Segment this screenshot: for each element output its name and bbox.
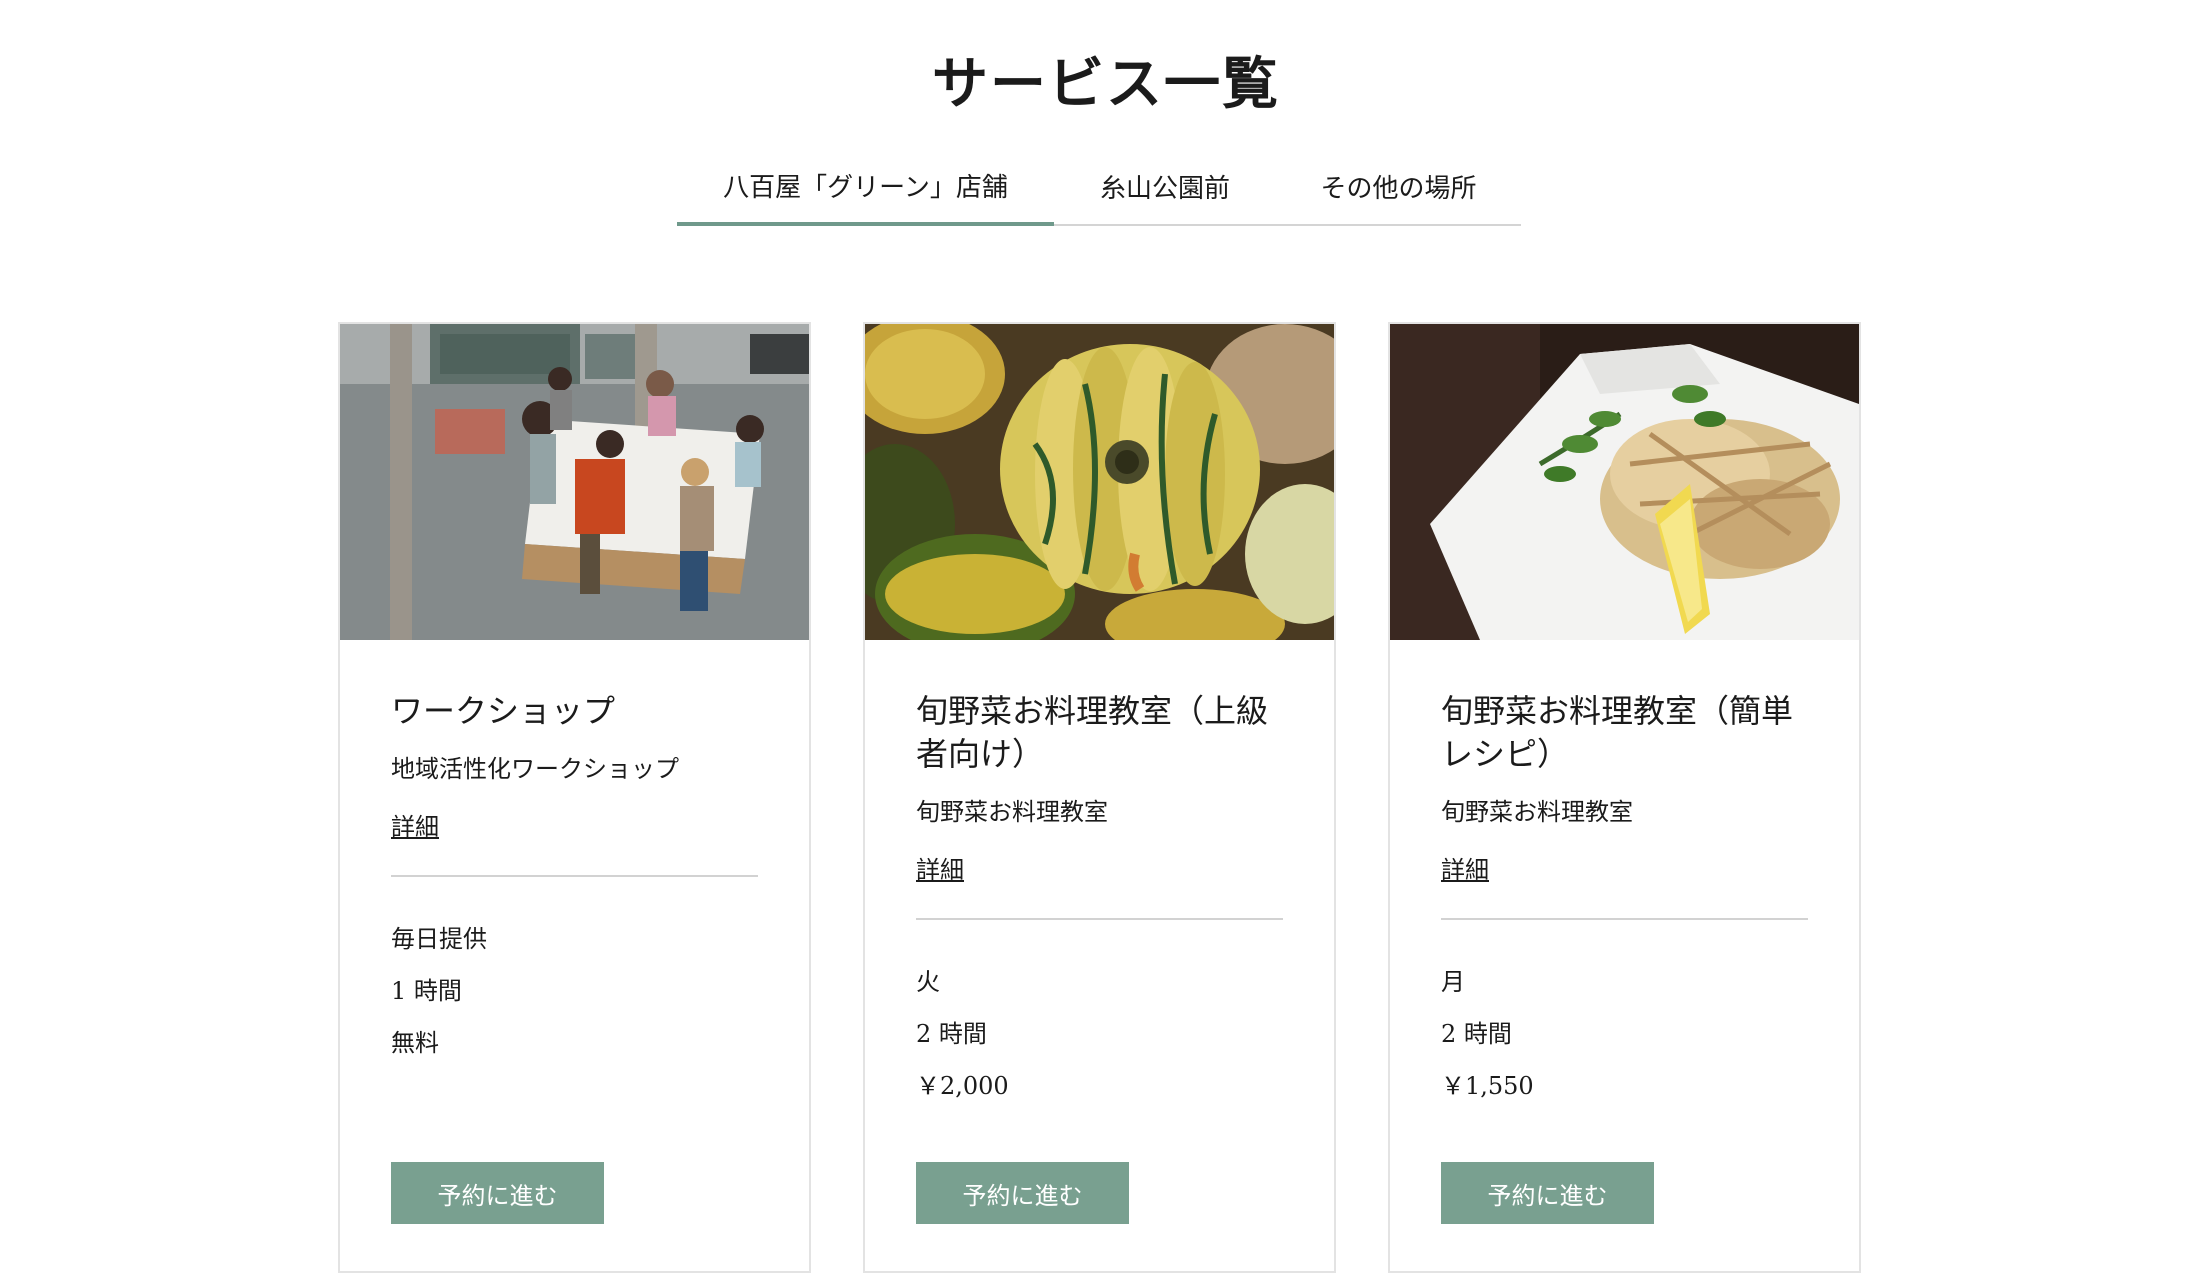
divider	[391, 875, 758, 877]
schedule-text: 月	[1441, 968, 1465, 996]
divider	[1441, 918, 1808, 920]
book-button[interactable]: 予約に進む	[391, 1162, 604, 1224]
duration-text: 1 時間	[391, 977, 462, 1005]
details-link[interactable]: 詳細	[1441, 854, 1489, 886]
duration-text: 2 時間	[916, 1020, 987, 1048]
squash-photo[interactable]	[865, 324, 1334, 640]
schedule-text: 火	[916, 968, 940, 996]
card-title: ワークショップ	[391, 692, 616, 730]
service-list: ワークショップ 地域活性化ワークショップ 詳細 毎日提供 1 時間 無料 予約に…	[338, 322, 1862, 1273]
workshop-photo[interactable]	[340, 324, 809, 640]
details-link[interactable]: 詳細	[916, 854, 964, 886]
service-card: 旬野菜お料理教室（上級者向け） 旬野菜お料理教室 詳細 火 2 時間 ￥2,00…	[863, 322, 1336, 1273]
card-body: 旬野菜お料理教室（簡単レシピ） 旬野菜お料理教室 詳細 月 2 時間 ￥1,55…	[1441, 690, 1808, 1102]
card-body: ワークショップ 地域活性化ワークショップ 詳細 毎日提供 1 時間 無料	[391, 690, 758, 1059]
card-title: 旬野菜お料理教室（簡単レシピ）	[1441, 692, 1794, 773]
tempura-photo[interactable]	[1390, 324, 1859, 640]
card-subtitle: 旬野菜お料理教室	[1441, 798, 1633, 826]
price-text: ￥1,550	[1441, 1072, 1534, 1100]
book-button[interactable]: 予約に進む	[1441, 1162, 1654, 1224]
price-text: 無料	[391, 1029, 439, 1057]
card-subtitle: 地域活性化ワークショップ	[391, 755, 679, 783]
location-tabs: 八百屋「グリーン」店舗 糸山公園前 その他の場所	[677, 148, 1521, 226]
duration-text: 2 時間	[1441, 1020, 1512, 1048]
card-subtitle: 旬野菜お料理教室	[916, 798, 1108, 826]
service-card: 旬野菜お料理教室（簡単レシピ） 旬野菜お料理教室 詳細 月 2 時間 ￥1,55…	[1388, 322, 1861, 1273]
tab-green-store[interactable]: 八百屋「グリーン」店舗	[677, 148, 1054, 226]
service-card: ワークショップ 地域活性化ワークショップ 詳細 毎日提供 1 時間 無料 予約に…	[338, 322, 811, 1273]
details-link[interactable]: 詳細	[391, 811, 439, 843]
tab-other-locations[interactable]: その他の場所	[1276, 148, 1521, 224]
price-text: ￥2,000	[916, 1072, 1009, 1100]
page-title: サービス一覧	[932, 50, 1280, 117]
card-title: 旬野菜お料理教室（上級者向け）	[916, 692, 1269, 773]
tab-itoyama-park[interactable]: 糸山公園前	[1054, 148, 1276, 224]
divider	[916, 918, 1283, 920]
card-body: 旬野菜お料理教室（上級者向け） 旬野菜お料理教室 詳細 火 2 時間 ￥2,00…	[916, 690, 1283, 1102]
schedule-text: 毎日提供	[391, 925, 487, 953]
book-button[interactable]: 予約に進む	[916, 1162, 1129, 1224]
